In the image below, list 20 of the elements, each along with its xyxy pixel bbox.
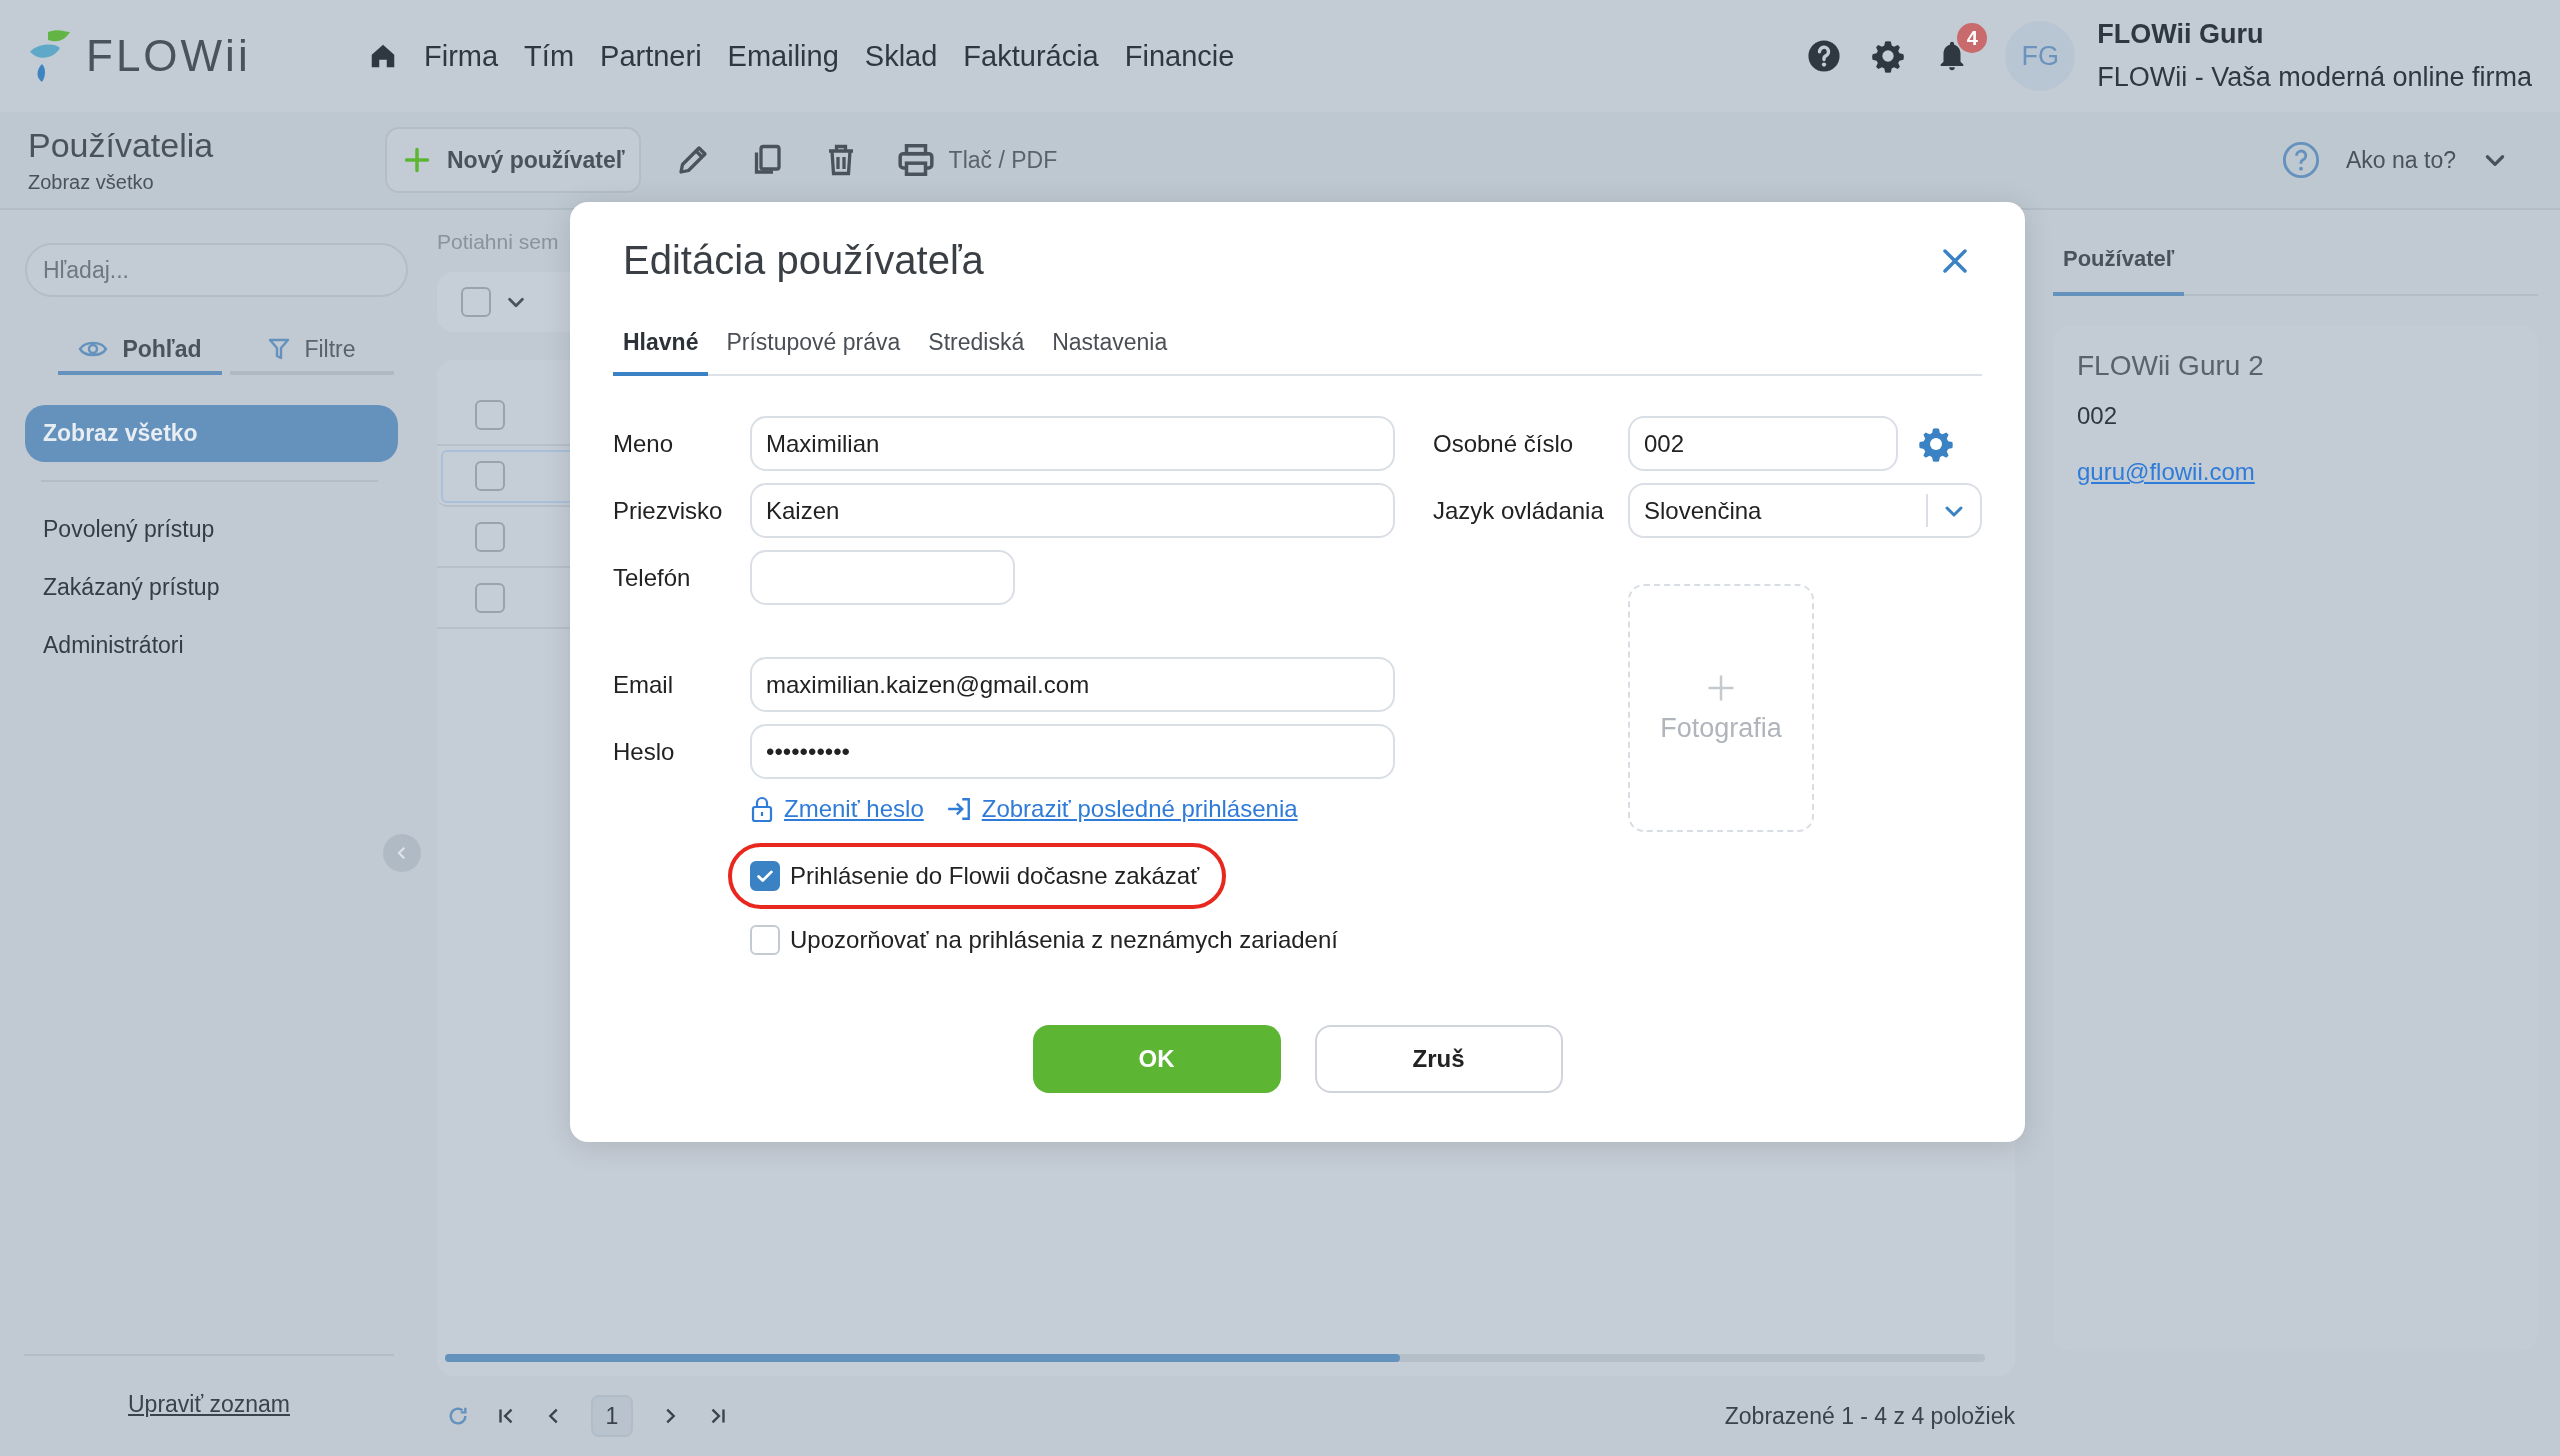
field-label: Jazyk ovládania [1433, 496, 1605, 525]
dialog-title: Editácia používateľa [623, 238, 984, 283]
items-summary: Zobrazené 1 - 4 z 4 položiek [1724, 1402, 2015, 1430]
personal-number: 002 [2077, 402, 2119, 430]
notification-badge: 4 [1957, 23, 1988, 53]
field-label: Meno [613, 429, 675, 458]
company-name: FLOWii - Vaša moderná online firma [2097, 62, 2532, 93]
field-label: Email [613, 670, 674, 699]
page-title: Používatelia [28, 126, 215, 165]
field-label: Heslo [613, 737, 676, 766]
field-label: Telefón [613, 563, 692, 592]
field-label: Priezvisko [613, 496, 724, 525]
group-drop-hint: Potiahni sem [437, 230, 559, 255]
checkbox-label: Prihlásenie do Flowii dočasne zakázať [790, 862, 1200, 890]
logo-text: FLOWii [86, 31, 251, 81]
field-label: Osobné číslo [1433, 429, 1575, 458]
user-name: FLOWii Guru 2 [2077, 350, 2265, 382]
page-subtitle: Zobraz všetko [28, 171, 155, 194]
user-name: FLOWii Guru [2097, 19, 2265, 50]
checkbox-label: Upozorňovať na prihlásenia z neznámych zariadení [790, 926, 1338, 954]
